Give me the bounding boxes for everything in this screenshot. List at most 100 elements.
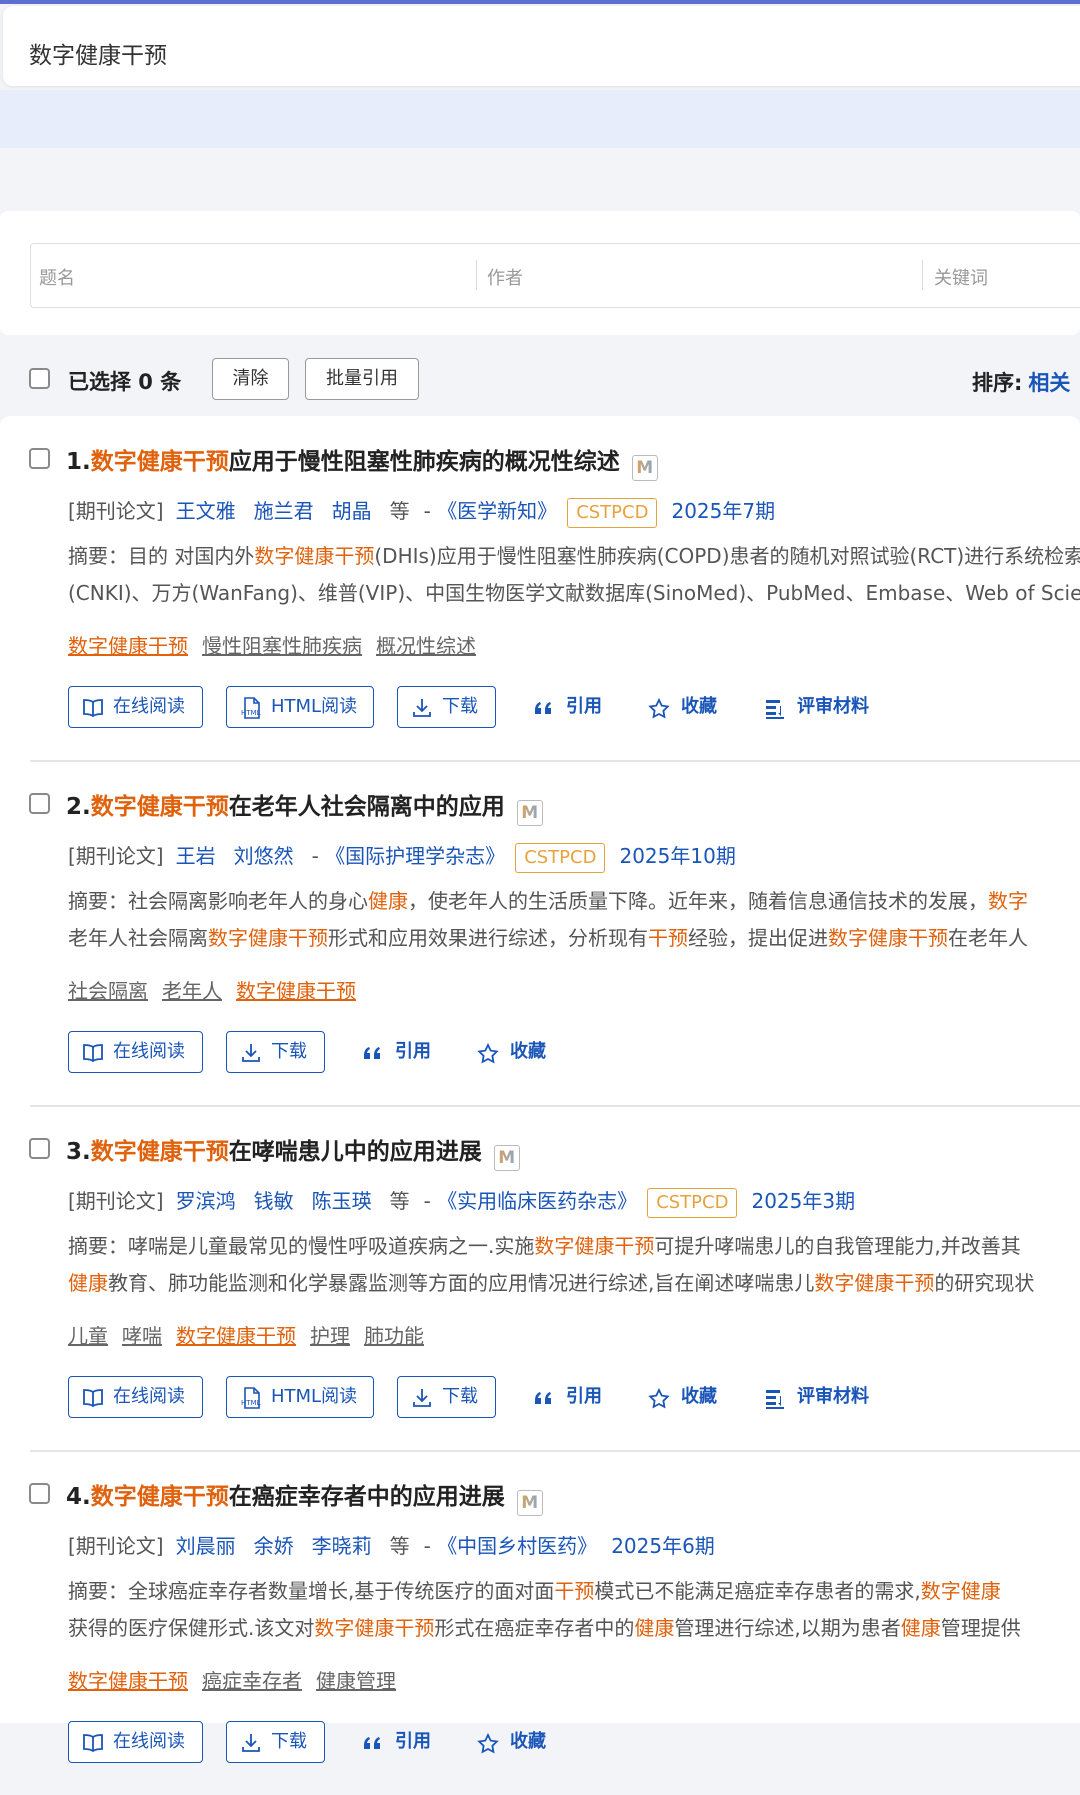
select-all-checkbox[interactable] [29, 368, 50, 389]
action-bar: 在线阅读 HTML HTML阅读 下载 引用 收藏 评审材料 [68, 1376, 1068, 1418]
abstract-prefix: 摘要： [68, 1234, 128, 1258]
author-link[interactable]: 刘悠然 [234, 844, 294, 868]
keyword-link[interactable]: 数字健康干预 [68, 1669, 188, 1693]
cite-icon [361, 1040, 385, 1064]
author-link[interactable]: 施兰君 [254, 499, 314, 523]
download-button[interactable]: 下载 [226, 1031, 325, 1073]
keyword-link[interactable]: 数字健康干预 [176, 1324, 296, 1348]
abstract-text: 社会隔离影响老年人的身心 [128, 889, 368, 913]
cite-button[interactable]: 引用 [532, 686, 602, 728]
download-button-label: 下载 [271, 1731, 307, 1752]
review-material-button[interactable]: 评审材料 [763, 1376, 869, 1418]
author-filter-input[interactable]: 作者 [487, 264, 523, 290]
abstract-text: 经验，提出促进 [688, 926, 828, 950]
author-link[interactable]: 钱敏 [254, 1189, 294, 1213]
action-bar: 在线阅读 下载 引用 收藏 [68, 1721, 1068, 1763]
keyword-link[interactable]: 癌症幸存者 [202, 1669, 302, 1693]
author-link[interactable]: 王岩 [176, 844, 216, 868]
keyword-link[interactable]: 数字健康干预 [236, 979, 356, 1003]
item-checkbox[interactable] [29, 1138, 50, 1159]
collect-button[interactable]: 收藏 [647, 686, 717, 728]
author-link[interactable]: 刘晨丽 [176, 1534, 236, 1558]
abstract-text: 干预 [554, 1579, 595, 1603]
read-online-button-label: 在线阅读 [113, 1386, 185, 1407]
abstract-text: 健康 [900, 1616, 941, 1640]
journal-link[interactable]: 《中国乡村医药》 [437, 1534, 597, 1558]
item-title[interactable]: 2.数字健康干预在老年人社会隔离中的应用 M [66, 787, 543, 826]
journal-link[interactable]: 《国际护理学杂志》 [325, 844, 505, 868]
issue-link[interactable]: 2025年3期 [751, 1189, 855, 1213]
sort-control[interactable]: 排序: 相关 [972, 367, 1070, 397]
read-online-button[interactable]: 在线阅读 [68, 1721, 203, 1763]
review-material-button[interactable]: 评审材料 [763, 686, 869, 728]
item-checkbox[interactable] [29, 793, 50, 814]
cite-button[interactable]: 引用 [532, 1376, 602, 1418]
issue-link[interactable]: 2025年10期 [619, 844, 735, 868]
title-filter-input[interactable]: 题名 [39, 264, 75, 290]
clear-button[interactable]: 清除 [212, 358, 289, 400]
item-number: 1. [66, 449, 91, 475]
collect-button-label: 收藏 [510, 1731, 546, 1752]
keyword-link[interactable]: 概况性综述 [376, 634, 476, 658]
cite-button-label: 引用 [566, 1386, 602, 1407]
title-highlight: 数字健康干预 [90, 794, 229, 820]
keyword-link[interactable]: 护理 [310, 1324, 350, 1348]
action-bar: 在线阅读 HTML HTML阅读 下载 引用 收藏 评审材料 [68, 686, 1068, 728]
read-online-button[interactable]: 在线阅读 [68, 686, 203, 728]
keyword-link[interactable]: 肺功能 [364, 1324, 424, 1348]
batch-cite-button[interactable]: 批量引用 [305, 358, 419, 400]
m-badge-icon: M [516, 1490, 543, 1516]
keyword-link[interactable]: 老年人 [162, 979, 222, 1003]
cite-button[interactable]: 引用 [361, 1031, 431, 1073]
journal-link[interactable]: 《医学新知》 [437, 499, 557, 523]
author-link[interactable]: 余娇 [254, 1534, 294, 1558]
collect-button-label: 收藏 [681, 696, 717, 717]
read-online-button[interactable]: 在线阅读 [68, 1031, 203, 1073]
item-title[interactable]: 4.数字健康干预在癌症幸存者中的应用进展 M [66, 1477, 543, 1516]
item-checkbox[interactable] [29, 448, 50, 469]
item-checkbox[interactable] [29, 1483, 50, 1504]
abstract-line: 健康教育、肺功能监测和化学暴露监测等方面的应用情况进行综述,旨在阐述哮喘患儿数字… [68, 1265, 1080, 1302]
title-rest: 在癌症幸存者中的应用进展 [228, 1484, 505, 1510]
keyword-link[interactable]: 慢性阻塞性肺疾病 [202, 634, 362, 658]
issue-link[interactable]: 2025年6期 [611, 1534, 715, 1558]
keyword-link[interactable]: 社会隔离 [68, 979, 148, 1003]
item-number: 2. [66, 794, 91, 820]
result-item: 3.数字健康干预在哮喘患儿中的应用进展 M [期刊论文] 罗滨鸿 钱敏 陈玉瑛等 - 《实用… [0, 1120, 1080, 1452]
author-link[interactable]: 王文雅 [176, 499, 236, 523]
author-link[interactable]: 胡晶 [332, 499, 372, 523]
collect-button[interactable]: 收藏 [476, 1721, 546, 1763]
read-online-button-label: 在线阅读 [113, 696, 185, 717]
review-material-button-label: 评审材料 [797, 696, 869, 717]
html-read-button[interactable]: HTML HTML阅读 [226, 1376, 374, 1418]
abstract-line: 摘要：哮喘是儿童最常见的慢性呼吸道疾病之一.实施数字健康干预可提升哮喘患儿的自我… [68, 1228, 1080, 1265]
cite-button[interactable]: 引用 [361, 1721, 431, 1763]
abstract-text: 健康 [68, 1271, 108, 1295]
keyword-link[interactable]: 数字健康干预 [68, 634, 188, 658]
html-read-button[interactable]: HTML HTML阅读 [226, 686, 374, 728]
keyword-filter-input[interactable]: 关键词 [934, 264, 988, 290]
collect-button[interactable]: 收藏 [476, 1031, 546, 1073]
keyword-link[interactable]: 儿童 [68, 1324, 108, 1348]
journal-link[interactable]: 《实用临床医药杂志》 [437, 1189, 637, 1213]
item-title[interactable]: 1.数字健康干预应用于慢性阻塞性肺疾病的概况性综述 M [66, 442, 658, 481]
abstract-line: 老年人社会隔离数字健康干预形式和应用效果进行综述，分析现有干预经验，提出促进数字… [68, 920, 1080, 957]
collect-button[interactable]: 收藏 [647, 1376, 717, 1418]
search-query[interactable]: 数字健康干预 [29, 36, 167, 70]
author-link[interactable]: 罗滨鸿 [176, 1189, 236, 1213]
keyword-link[interactable]: 健康管理 [316, 1669, 396, 1693]
result-item: 2.数字健康干预在老年人社会隔离中的应用 M [期刊论文] 王岩 刘悠然 - 《国际护理学… [0, 775, 1080, 1107]
search-bar[interactable]: 数字健康干预 [3, 6, 1080, 86]
dash: - [423, 1534, 438, 1558]
download-button[interactable]: 下载 [397, 1376, 496, 1418]
author-link[interactable]: 陈玉瑛 [312, 1189, 372, 1213]
etal-text: 等 [389, 1534, 410, 1558]
keyword-link[interactable]: 哮喘 [122, 1324, 162, 1348]
read-online-button[interactable]: 在线阅读 [68, 1376, 203, 1418]
download-button[interactable]: 下载 [226, 1721, 325, 1763]
item-title[interactable]: 3.数字健康干预在哮喘患儿中的应用进展 M [66, 1132, 520, 1171]
sort-value[interactable]: 相关 [1028, 371, 1070, 395]
author-link[interactable]: 李晓莉 [312, 1534, 372, 1558]
download-button[interactable]: 下载 [397, 686, 496, 728]
issue-link[interactable]: 2025年7期 [671, 499, 775, 523]
